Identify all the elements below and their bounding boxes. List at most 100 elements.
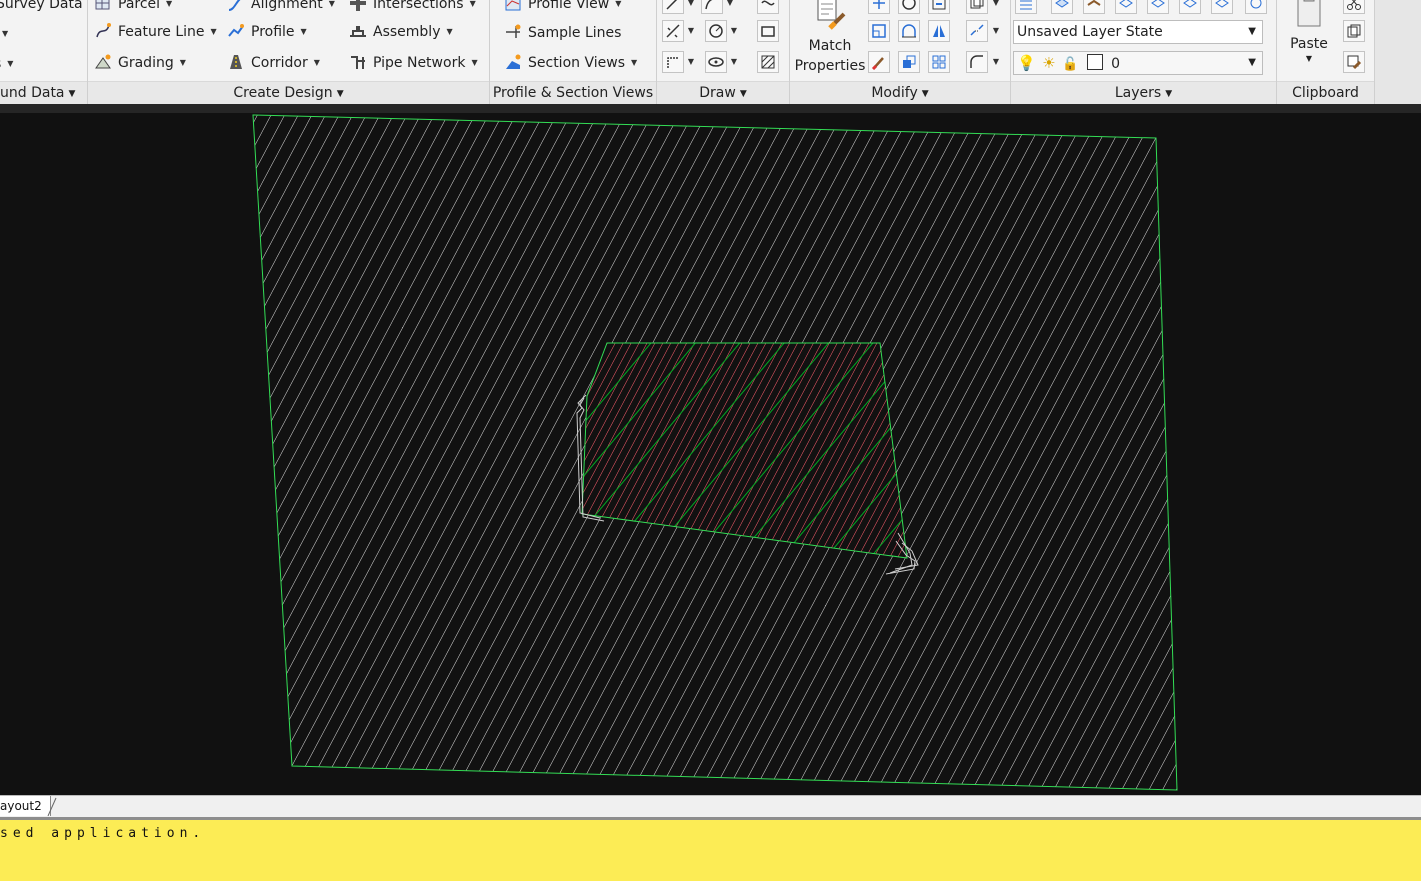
- match-clip-button[interactable]: [1343, 51, 1365, 73]
- paste-icon: [1297, 0, 1321, 27]
- panel-footer-draw[interactable]: Draw ▼: [657, 81, 789, 104]
- command-line-text: sed application.: [0, 826, 206, 841]
- ellipse-tool[interactable]: [705, 51, 727, 73]
- array-icon: [903, 55, 916, 68]
- break-tool[interactable]: [966, 20, 988, 42]
- panel-footer-create-design[interactable]: Create Design ▼: [88, 81, 489, 104]
- layer-walk-button[interactable]: [1245, 0, 1267, 14]
- chevron-down-icon[interactable]: ▼: [990, 0, 1002, 14]
- ribbon: Survey Data ▼ s▼ und Data▼ Parcel▼ Featu…: [0, 0, 1421, 105]
- chevron-down-icon[interactable]: ▼: [724, 0, 736, 14]
- alignment-button[interactable]: Alignment ▼: [227, 0, 335, 16]
- tab-label: ayout2: [0, 799, 42, 813]
- current-layer-dropdown[interactable]: 💡 ☀ 🔓 0 ▼: [1013, 51, 1263, 75]
- command-line[interactable]: sed application.: [0, 817, 1421, 881]
- chevron-down-icon[interactable]: ▼: [990, 20, 1002, 42]
- feature-line-button[interactable]: Feature Line ▼: [94, 20, 217, 44]
- unlock-icon: 🔓: [1062, 57, 1079, 72]
- intersections-button[interactable]: Intersections ▼: [349, 0, 476, 16]
- move-tool[interactable]: [868, 0, 890, 14]
- brush-icon: [871, 57, 884, 70]
- rectangular-array-tool[interactable]: [928, 51, 950, 73]
- chevron-down-icon: ▼: [446, 27, 453, 36]
- layer-off-button[interactable]: [1115, 0, 1137, 14]
- chevron-down-icon[interactable]: ▼: [990, 51, 1002, 73]
- chevron-down-icon: ▼: [166, 0, 173, 8]
- polyline-tool[interactable]: [701, 0, 723, 14]
- layer-unisolate-button[interactable]: [1211, 0, 1233, 14]
- trim-tool[interactable]: [928, 0, 950, 14]
- rotate-tool[interactable]: [898, 0, 920, 14]
- assembly-button[interactable]: Assembly ▼: [349, 20, 453, 44]
- section-views-button[interactable]: Section Views ▼: [504, 51, 637, 75]
- layer-freeze-button[interactable]: [1147, 0, 1169, 14]
- hatch-tool[interactable]: [757, 51, 779, 73]
- ribbon-separator: [0, 104, 1421, 113]
- array-tool[interactable]: [898, 51, 920, 73]
- spline-tool[interactable]: [757, 0, 779, 14]
- tab-layout2[interactable]: ayout2: [0, 796, 51, 816]
- layer-walk-icon: [1250, 0, 1262, 9]
- layer-state-dropdown[interactable]: Unsaved Layer State ▼: [1013, 20, 1263, 44]
- cut-button[interactable]: [1343, 0, 1365, 14]
- blend-curves-icon: [970, 55, 983, 68]
- chevron-down-icon: ▼: [2, 29, 9, 38]
- copy-clip-button[interactable]: [1343, 20, 1365, 42]
- fillet-tool[interactable]: [898, 20, 920, 42]
- survey-data-button[interactable]: Survey Data: [0, 0, 83, 16]
- assembly-icon: [350, 26, 366, 37]
- layer-properties-button[interactable]: [1015, 0, 1037, 14]
- panel-footer-ground-data[interactable]: und Data ▼: [0, 81, 87, 104]
- panel-footer-modify[interactable]: Modify ▼: [790, 81, 1010, 104]
- break-icon: [970, 24, 984, 36]
- line-tool[interactable]: [662, 0, 684, 14]
- profile-button[interactable]: Profile ▼: [227, 20, 307, 44]
- chevron-down-icon[interactable]: ▼: [728, 51, 740, 73]
- panel-label: Draw: [699, 85, 736, 101]
- polyline-edit-tool[interactable]: [662, 51, 684, 73]
- circle-tool[interactable]: [705, 20, 727, 42]
- hatch-icon: [761, 55, 775, 69]
- lightbulb-icon: 💡: [1017, 54, 1036, 72]
- copy-tool[interactable]: [966, 0, 988, 14]
- construction-line-tool[interactable]: [662, 20, 684, 42]
- parcel-icon: [95, 0, 110, 10]
- erase-tool[interactable]: [868, 51, 890, 73]
- profile-view-icon: [505, 0, 521, 11]
- corridor-button[interactable]: Corridor ▼: [227, 51, 320, 75]
- panel-modify: Match Properties ▼ ▼ ▼ Modify ▼: [790, 0, 1011, 104]
- layer-match-button[interactable]: [1083, 0, 1105, 14]
- parcel-button[interactable]: Parcel ▼: [94, 0, 172, 16]
- spline-icon: [761, 0, 775, 6]
- layer-lock-button[interactable]: [1179, 0, 1201, 14]
- chevron-down-icon: ▼: [179, 58, 186, 67]
- chevron-down-icon[interactable]: ▼: [685, 0, 697, 14]
- pipe-network-button[interactable]: Pipe Network ▼: [349, 51, 478, 75]
- blend-tool[interactable]: [966, 51, 988, 73]
- mirror-tool[interactable]: [928, 20, 950, 42]
- layer-color-swatch: [1086, 54, 1103, 70]
- section-views-icon: [506, 54, 521, 69]
- chevron-down-icon[interactable]: ▼: [685, 20, 697, 42]
- chevron-down-icon: ▼: [739, 89, 747, 99]
- layer-properties-icon: [1020, 0, 1032, 10]
- panel-layers: Unsaved Layer State ▼ 💡 ☀ 🔓 0 ▼ Layers ▼: [1011, 0, 1277, 104]
- ground-data-dropdown-1[interactable]: ▼: [0, 22, 8, 46]
- stretch-tool[interactable]: [868, 20, 890, 42]
- drawing-canvas[interactable]: [0, 113, 1421, 795]
- paste-button[interactable]: Paste ▼: [1283, 0, 1335, 64]
- chevron-down-icon[interactable]: ▼: [728, 20, 740, 42]
- layout-tab-bar: ayout2: [0, 795, 1421, 818]
- chevron-down-icon[interactable]: ▼: [685, 51, 697, 73]
- profile-view-button[interactable]: Profile View ▼: [504, 0, 621, 16]
- grading-button[interactable]: Grading ▼: [94, 51, 186, 75]
- ground-data-dropdown-2[interactable]: s▼: [0, 52, 13, 76]
- rectangle-tool[interactable]: [757, 20, 779, 42]
- panel-footer-layers[interactable]: Layers ▼: [1011, 81, 1276, 104]
- panel-ground-data: Survey Data ▼ s▼ und Data▼: [0, 0, 88, 104]
- match-properties-button[interactable]: Match Properties: [792, 0, 868, 76]
- sample-lines-button[interactable]: Sample Lines: [504, 21, 621, 45]
- layer-freeze-icon: [1151, 0, 1165, 8]
- copy-icon: [970, 0, 984, 9]
- layer-isolate-button[interactable]: [1051, 0, 1073, 14]
